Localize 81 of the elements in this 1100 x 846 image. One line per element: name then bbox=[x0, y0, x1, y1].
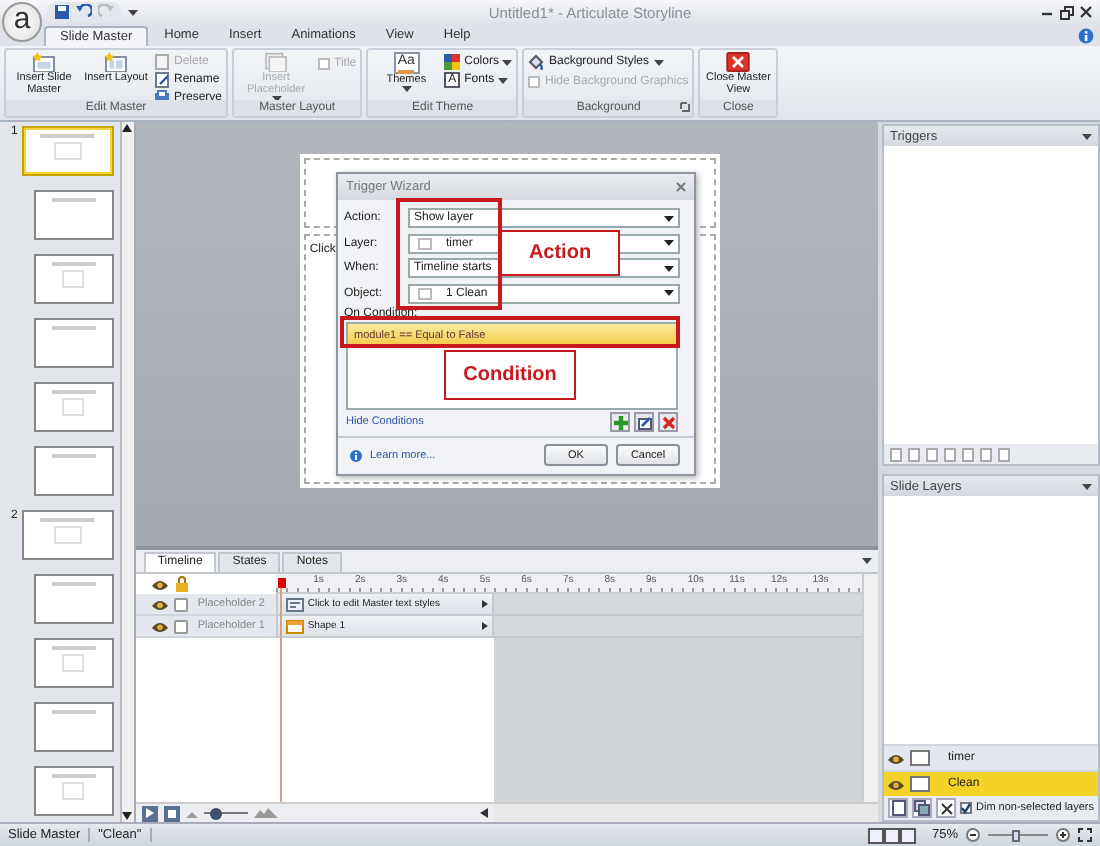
view-icons[interactable] bbox=[867, 827, 916, 843]
caret-icon bbox=[664, 215, 674, 221]
playhead[interactable] bbox=[277, 578, 286, 802]
lock-checkbox[interactable] bbox=[173, 597, 188, 611]
zoom-in-icon[interactable] bbox=[1056, 828, 1070, 842]
stop-button[interactable] bbox=[163, 805, 180, 821]
caret-icon bbox=[664, 290, 674, 296]
stop-icon bbox=[167, 809, 176, 817]
scrollbar[interactable] bbox=[119, 122, 134, 822]
panel-menu-icon bbox=[862, 558, 872, 564]
placeholder-icon bbox=[262, 52, 291, 72]
eye-icon[interactable] bbox=[151, 576, 168, 592]
eye-icon[interactable] bbox=[888, 776, 904, 792]
new-layer-button[interactable] bbox=[888, 798, 908, 818]
slide-star-icon bbox=[30, 52, 58, 72]
lock-checkbox[interactable] bbox=[173, 619, 188, 633]
pencil-icon bbox=[637, 415, 651, 429]
close-icon[interactable] bbox=[1080, 6, 1092, 18]
panel-menu-icon bbox=[1082, 133, 1092, 139]
close-icon bbox=[939, 801, 953, 815]
expand-icon[interactable] bbox=[481, 622, 488, 630]
slide-thumbnail[interactable] bbox=[21, 510, 114, 560]
caret-icon bbox=[664, 240, 674, 246]
delete-layer-button[interactable] bbox=[936, 798, 956, 818]
play-icon bbox=[145, 808, 154, 818]
plus-icon bbox=[613, 415, 627, 429]
slide-thumbnail[interactable] bbox=[33, 702, 114, 752]
slide-thumbnail[interactable] bbox=[33, 574, 114, 624]
checkbox[interactable] bbox=[960, 802, 972, 814]
zoom-out-icon[interactable] bbox=[966, 828, 980, 842]
add-condition-button[interactable] bbox=[610, 412, 630, 432]
panel-menu-icon bbox=[1082, 483, 1092, 489]
scrollbar[interactable] bbox=[493, 802, 878, 822]
slide-thumbnail[interactable] bbox=[33, 382, 114, 432]
eye-icon[interactable] bbox=[888, 750, 904, 766]
slider-thumb[interactable] bbox=[1011, 829, 1019, 841]
slide-thumbnail[interactable] bbox=[21, 126, 114, 176]
mountain-large-icon bbox=[253, 808, 278, 818]
swatch-icon bbox=[418, 287, 432, 299]
slide-thumbnail[interactable] bbox=[33, 766, 114, 816]
save-icon[interactable] bbox=[54, 4, 70, 20]
expand-icon[interactable] bbox=[481, 600, 488, 608]
annotation-frame bbox=[396, 198, 502, 310]
caret-icon bbox=[664, 265, 674, 271]
annotation-label: Condition bbox=[444, 350, 576, 400]
slide-thumbnail[interactable] bbox=[33, 446, 114, 496]
shape-icon bbox=[285, 619, 304, 633]
duplicate-layer-button[interactable] bbox=[912, 798, 932, 818]
slide-thumbnail[interactable] bbox=[33, 190, 114, 240]
dialog-launcher-icon[interactable] bbox=[680, 102, 691, 112]
eye-icon[interactable] bbox=[151, 618, 168, 634]
palette-icon bbox=[444, 54, 461, 70]
slide-thumbnail[interactable] bbox=[33, 318, 114, 368]
help-icon[interactable] bbox=[1078, 27, 1094, 43]
slide-thumbnail[interactable] bbox=[33, 638, 114, 688]
swatch-icon bbox=[418, 237, 432, 249]
page-pencil-icon bbox=[154, 72, 170, 88]
delete-icon bbox=[661, 415, 675, 429]
text-box-icon bbox=[285, 597, 304, 611]
fit-icon[interactable] bbox=[1078, 828, 1092, 842]
lock-icon[interactable] bbox=[173, 576, 190, 592]
layout-star-icon bbox=[102, 52, 130, 72]
mountain-small-icon bbox=[185, 809, 198, 817]
customize-caret-icon bbox=[128, 9, 138, 15]
edit-condition-button[interactable] bbox=[634, 412, 654, 432]
undo-icon[interactable] bbox=[76, 4, 92, 20]
pages-icon bbox=[914, 800, 930, 816]
eye-icon[interactable] bbox=[151, 596, 168, 612]
restore-icon[interactable] bbox=[1060, 5, 1074, 19]
play-button[interactable] bbox=[141, 805, 158, 821]
annotation-label: Action bbox=[500, 230, 620, 276]
scrollbar[interactable] bbox=[862, 574, 878, 802]
delete-condition-button[interactable] bbox=[658, 412, 678, 432]
slide-thumbnail[interactable] bbox=[33, 254, 114, 304]
paint-bucket-icon bbox=[528, 54, 545, 70]
scroll-left-icon[interactable] bbox=[479, 808, 488, 818]
info-icon bbox=[350, 449, 362, 462]
page-icon bbox=[891, 800, 905, 816]
slider-thumb[interactable] bbox=[210, 807, 223, 819]
page-icon bbox=[154, 54, 170, 70]
close-icon bbox=[724, 52, 753, 72]
